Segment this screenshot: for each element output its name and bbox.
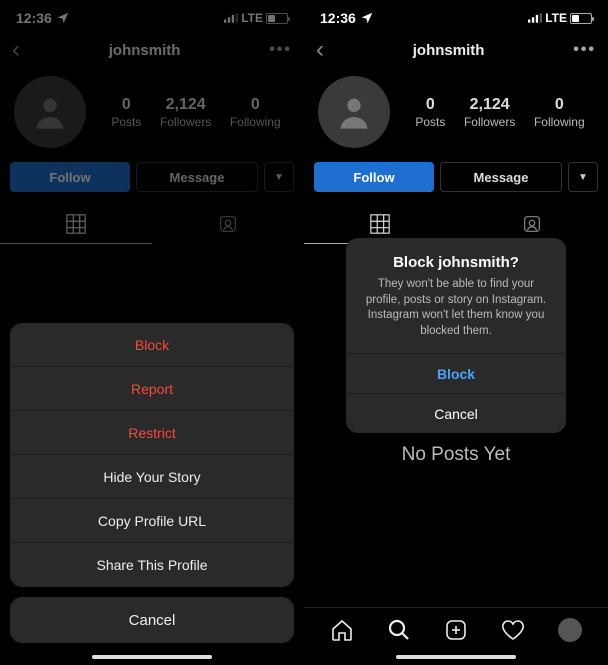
home-indicator xyxy=(396,655,516,659)
suggestions-caret-button[interactable]: ▼ xyxy=(568,162,598,192)
signal-icon xyxy=(528,13,542,23)
status-bar: 12:36 LTE xyxy=(304,0,608,32)
home-icon[interactable] xyxy=(330,618,354,642)
person-icon xyxy=(334,92,374,132)
follow-button[interactable]: Follow xyxy=(314,162,434,192)
avatar[interactable] xyxy=(318,76,390,148)
action-sheet: Block Report Restrict Hide Your Story Co… xyxy=(10,323,294,643)
confirm-dialog: Block johnsmith? They won't be able to f… xyxy=(346,238,566,433)
location-arrow-icon xyxy=(360,11,374,25)
grid-icon xyxy=(369,213,391,235)
activity-heart-icon[interactable] xyxy=(501,618,525,642)
bottom-nav xyxy=(304,607,608,651)
new-post-icon[interactable] xyxy=(444,618,468,642)
message-button[interactable]: Message xyxy=(440,162,562,192)
confirm-cancel-button[interactable]: Cancel xyxy=(346,393,566,433)
sheet-share[interactable]: Share This Profile xyxy=(10,543,294,587)
status-network: LTE xyxy=(545,11,567,25)
phone-right: 12:36 LTE ‹ johnsmith ••• 0Posts 2,124Fo… xyxy=(304,0,608,665)
phone-left: 12:36 LTE ‹ johnsmith ••• 0Posts 2,124Fo… xyxy=(0,0,304,665)
sheet-restrict[interactable]: Restrict xyxy=(10,411,294,455)
sheet-cancel[interactable]: Cancel xyxy=(10,597,294,643)
empty-state: No Posts Yet xyxy=(304,444,608,466)
stat-following[interactable]: 0Following xyxy=(534,96,585,129)
stat-followers[interactable]: 2,124Followers xyxy=(464,96,515,129)
sheet-block[interactable]: Block xyxy=(10,323,294,367)
profile-header: 0Posts 2,124Followers 0Following xyxy=(304,68,608,158)
confirm-title: Block johnsmith? xyxy=(346,238,566,277)
sheet-hide-story[interactable]: Hide Your Story xyxy=(10,455,294,499)
back-button[interactable]: ‹ xyxy=(316,36,324,64)
battery-icon xyxy=(570,13,592,24)
confirm-block-button[interactable]: Block xyxy=(346,353,566,393)
profile-tab-avatar[interactable] xyxy=(558,618,582,642)
tagged-icon xyxy=(521,213,543,235)
stats-row: 0Posts 2,124Followers 0Following xyxy=(406,96,594,129)
confirm-message: They won't be able to find your profile,… xyxy=(346,277,566,353)
sheet-report[interactable]: Report xyxy=(10,367,294,411)
search-icon[interactable] xyxy=(387,618,411,642)
more-button[interactable]: ••• xyxy=(573,41,596,59)
nav-bar: ‹ johnsmith ••• xyxy=(304,32,608,68)
action-buttons: Follow Message ▼ xyxy=(304,158,608,204)
stat-posts[interactable]: 0Posts xyxy=(415,96,445,129)
status-time: 12:36 xyxy=(320,10,356,26)
page-title: johnsmith xyxy=(324,42,573,59)
sheet-copy-url[interactable]: Copy Profile URL xyxy=(10,499,294,543)
home-indicator xyxy=(92,655,212,659)
